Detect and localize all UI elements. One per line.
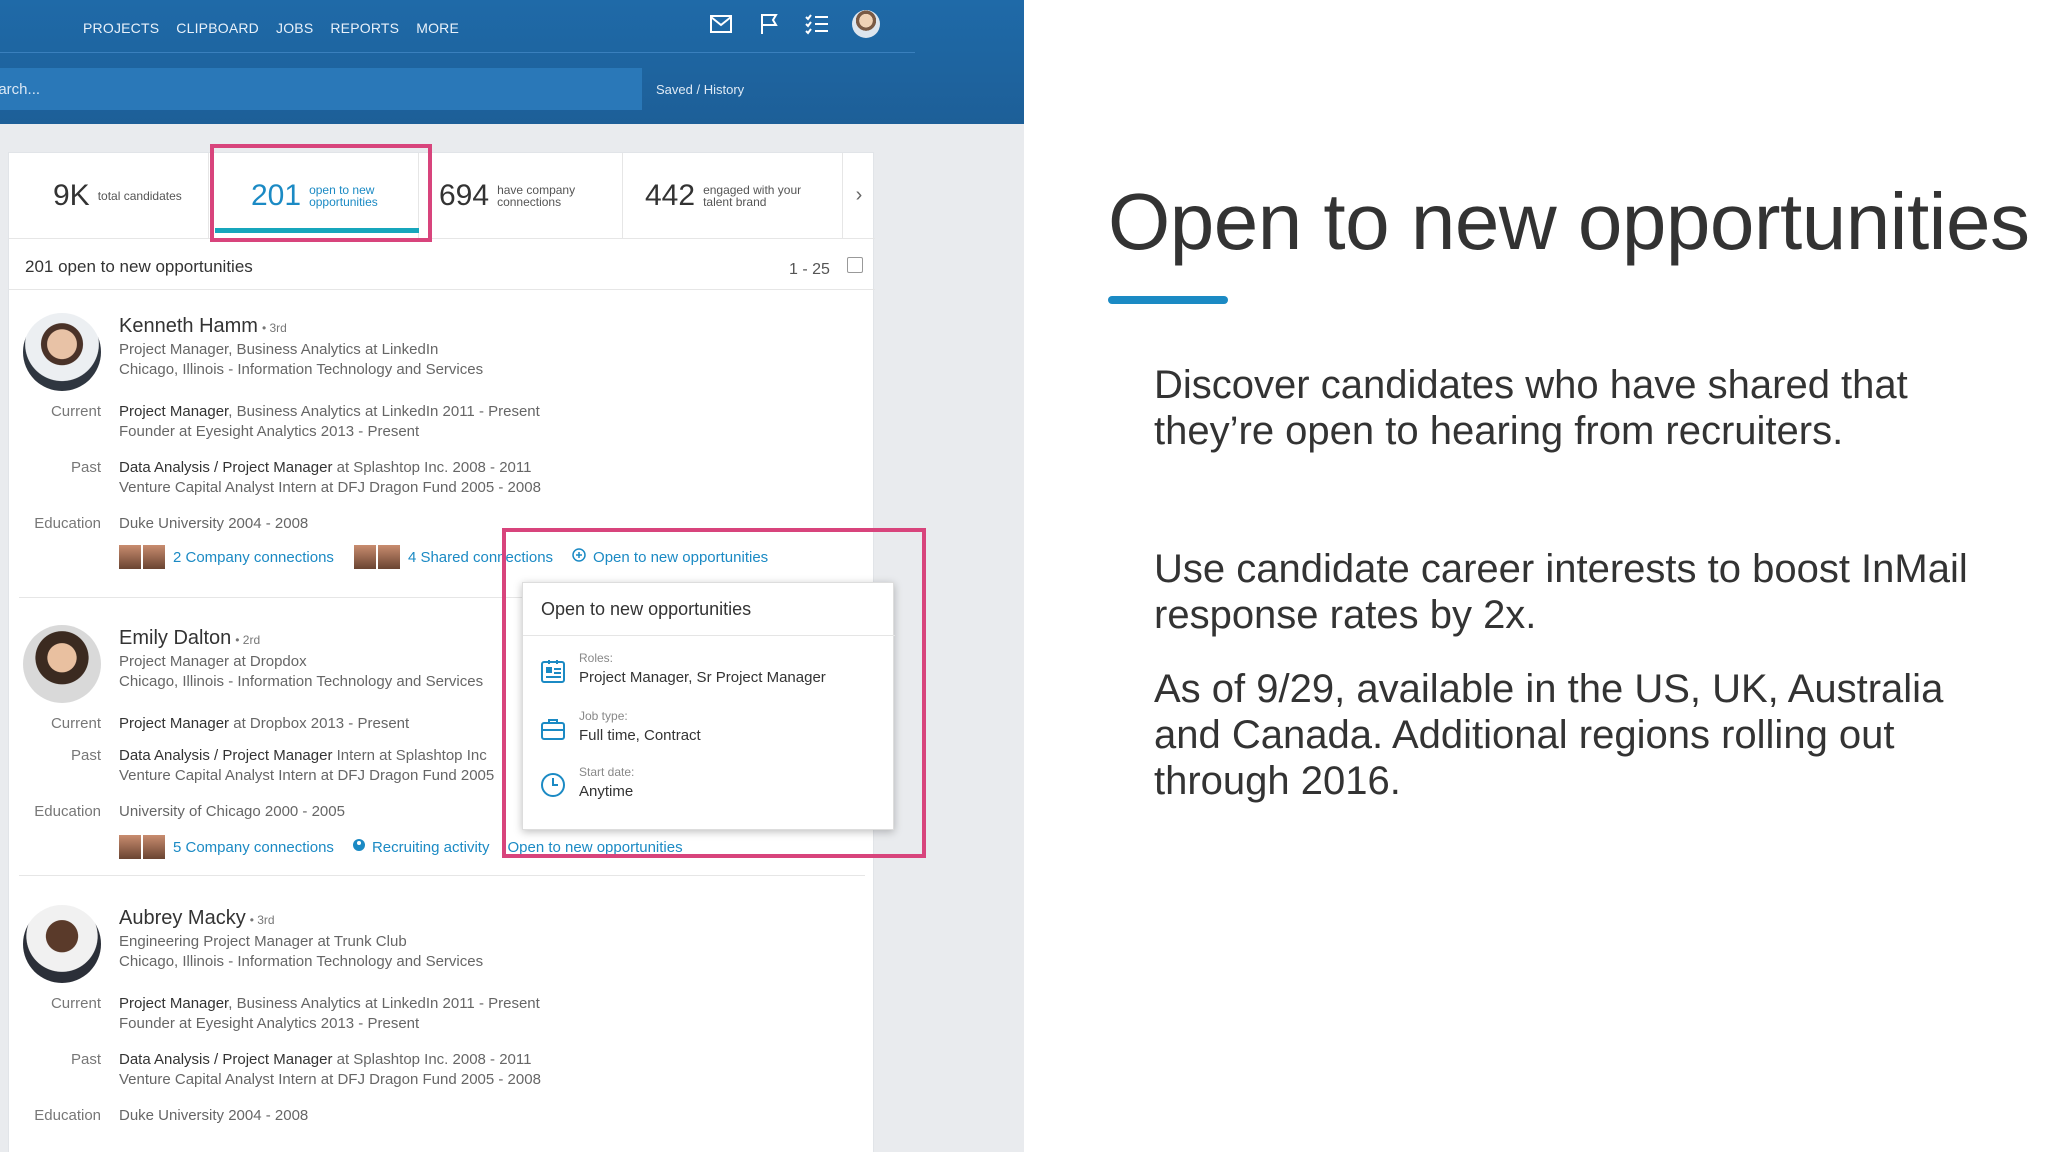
stat-label: have company connections bbox=[497, 183, 576, 209]
education: Duke University 2004 - 2008 bbox=[119, 515, 309, 532]
search-input[interactable] bbox=[0, 68, 642, 110]
education-label: Education bbox=[34, 803, 101, 820]
candidate-photo[interactable] bbox=[23, 905, 101, 983]
stat-label: total candidates bbox=[97, 189, 182, 203]
stat-label: engaged with your talent brand bbox=[703, 183, 802, 209]
candidate-name[interactable]: Aubrey Macky • 3rd bbox=[119, 907, 275, 930]
past-label: Past bbox=[70, 459, 101, 476]
highlight-box-popover bbox=[502, 528, 926, 858]
highlight-box-stat bbox=[210, 144, 432, 242]
slide-paragraph-3: As of 9/29, available in the US, UK, Aus… bbox=[1154, 667, 1944, 803]
connection-degree: • 3rd bbox=[261, 321, 287, 335]
past-position: Data Analysis / Project Manager Intern a… bbox=[119, 747, 487, 764]
connection-degree: • 3rd bbox=[249, 913, 275, 927]
stat-company-connections[interactable]: 694 have company connections bbox=[419, 153, 623, 239]
title-underline bbox=[1108, 296, 1228, 304]
slide-paragraph-2: Use candidate career interests to boost … bbox=[1154, 547, 1968, 637]
nav-clipboard[interactable]: CLIPBOARD bbox=[176, 20, 259, 36]
connection-degree: • 2rd bbox=[235, 633, 261, 647]
candidate-headline: Project Manager, Business Analytics at L… bbox=[119, 341, 439, 358]
topbar-divider bbox=[0, 52, 915, 53]
checklist-icon[interactable] bbox=[804, 10, 830, 38]
education-label: Education bbox=[34, 515, 101, 532]
saved-history-link[interactable]: Saved / History bbox=[656, 82, 744, 97]
past-position-2: Venture Capital Analyst Intern at DFJ Dr… bbox=[119, 479, 541, 496]
current-position-2: Founder at Eyesight Analytics 2013 - Pre… bbox=[119, 423, 420, 440]
past-label: Past bbox=[70, 1051, 101, 1068]
pagination-range: 1 - 25 bbox=[789, 261, 830, 278]
recruiting-activity-icon bbox=[352, 838, 366, 856]
candidate-headline: Engineering Project Manager at Trunk Clu… bbox=[119, 933, 407, 950]
current-label: Current bbox=[50, 715, 101, 732]
candidate-location: Chicago, Illinois - Information Technolo… bbox=[119, 361, 484, 378]
stat-total-candidates[interactable]: 9K total candidates bbox=[9, 153, 209, 239]
current-position: Project Manager, Business Analytics at L… bbox=[119, 995, 540, 1012]
past-label: Past bbox=[70, 747, 101, 764]
nav-icons bbox=[708, 10, 880, 38]
stats-bar: 9K total candidates 201 open to new oppo… bbox=[9, 153, 875, 239]
connection-avatars bbox=[119, 835, 167, 859]
stat-talent-brand[interactable]: 442 engaged with your talent brand bbox=[623, 153, 843, 239]
nav-more[interactable]: MORE bbox=[416, 20, 459, 36]
candidate-location: Chicago, Illinois - Information Technolo… bbox=[119, 953, 484, 970]
past-position: Data Analysis / Project Manager at Splas… bbox=[119, 459, 532, 476]
chevron-right-icon[interactable]: › bbox=[843, 153, 875, 238]
mail-icon[interactable] bbox=[708, 10, 734, 38]
slide-title: Open to new opportunities bbox=[1108, 177, 2030, 266]
past-position: Data Analysis / Project Manager at Splas… bbox=[119, 1051, 532, 1068]
recruiting-activity-link[interactable]: Recruiting activity bbox=[372, 839, 490, 856]
slide: PROJECTS CLIPBOARD JOBS REPORTS MORE ear… bbox=[0, 0, 2048, 1152]
education: University of Chicago 2000 - 2005 bbox=[119, 803, 345, 820]
candidate-photo[interactable] bbox=[23, 625, 101, 703]
user-avatar[interactable] bbox=[852, 10, 880, 38]
nav-jobs[interactable]: JOBS bbox=[276, 20, 313, 36]
candidate-photo[interactable] bbox=[23, 313, 101, 391]
stat-value: 694 bbox=[439, 179, 490, 212]
search-box bbox=[0, 68, 642, 110]
company-connections-link[interactable]: 2 Company connections bbox=[173, 549, 334, 566]
flag-icon[interactable] bbox=[756, 10, 782, 38]
select-all-checkbox[interactable] bbox=[847, 257, 863, 273]
past-position-2: Venture Capital Analyst Intern at DFJ Dr… bbox=[119, 767, 495, 784]
nav-reports[interactable]: REPORTS bbox=[330, 20, 399, 36]
education: Duke University 2004 - 2008 bbox=[119, 1107, 309, 1124]
slide-paragraph-1: Discover candidates who have shared that… bbox=[1154, 363, 1908, 453]
candidate-name[interactable]: Kenneth Hamm • 3rd bbox=[119, 315, 287, 338]
divider bbox=[9, 289, 875, 290]
education-label: Education bbox=[34, 1107, 101, 1124]
main-nav: PROJECTS CLIPBOARD JOBS REPORTS MORE bbox=[83, 20, 459, 36]
current-label: Current bbox=[50, 403, 101, 420]
current-position: Project Manager at Dropbox 2013 - Presen… bbox=[119, 715, 410, 732]
recruiter-app-screenshot: PROJECTS CLIPBOARD JOBS REPORTS MORE ear… bbox=[0, 0, 1024, 1152]
list-header: 201 open to new opportunities bbox=[25, 257, 253, 276]
current-label: Current bbox=[50, 995, 101, 1012]
current-position-2: Founder at Eyesight Analytics 2013 - Pre… bbox=[119, 1015, 420, 1032]
stat-value: 442 bbox=[645, 179, 696, 212]
candidate-headline: Project Manager at Dropdox bbox=[119, 653, 307, 670]
stat-value: 9K bbox=[53, 179, 90, 212]
candidate-name[interactable]: Emily Dalton • 2rd bbox=[119, 627, 260, 650]
top-navigation-bar: PROJECTS CLIPBOARD JOBS REPORTS MORE ear… bbox=[0, 0, 1024, 124]
candidate-location: Chicago, Illinois - Information Technolo… bbox=[119, 673, 484, 690]
current-position: Project Manager, Business Analytics at L… bbox=[119, 403, 540, 420]
nav-projects[interactable]: PROJECTS bbox=[83, 20, 159, 36]
company-connections-link[interactable]: 5 Company connections bbox=[173, 839, 334, 856]
divider bbox=[19, 875, 865, 876]
connection-avatars bbox=[119, 545, 167, 569]
past-position-2: Venture Capital Analyst Intern at DFJ Dr… bbox=[119, 1071, 541, 1088]
connection-avatars bbox=[353, 545, 402, 569]
